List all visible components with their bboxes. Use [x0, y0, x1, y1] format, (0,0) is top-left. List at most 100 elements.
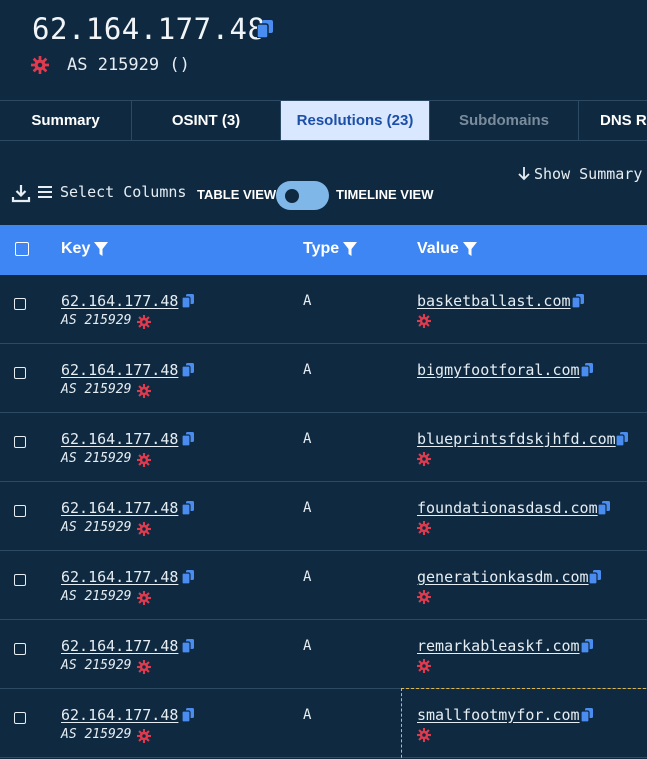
- row-key-ip-link[interactable]: 62.164.177.48: [61, 706, 178, 724]
- arrow-down-icon: [518, 167, 530, 181]
- row-key-asn[interactable]: AS 215929: [61, 727, 131, 742]
- row-type: A: [303, 293, 312, 309]
- malicious-gear-icon: [137, 452, 151, 467]
- timeline-view-label[interactable]: TIMELINE VIEW: [336, 187, 434, 202]
- row-key-asn[interactable]: AS 215929: [61, 589, 131, 604]
- toggle-knob: [285, 189, 299, 203]
- row-key-asn[interactable]: AS 215929: [61, 451, 131, 466]
- row-value-domain-link[interactable]: foundationasdasd.com: [417, 499, 598, 517]
- row-type: A: [303, 638, 312, 654]
- copy-icon[interactable]: [588, 569, 601, 585]
- malicious-gear-icon: [417, 451, 431, 466]
- copy-icon[interactable]: [181, 362, 194, 378]
- row-type: A: [303, 500, 312, 516]
- row-value-domain-link[interactable]: remarkableaskf.com: [417, 637, 580, 655]
- row-checkbox[interactable]: [14, 643, 26, 655]
- table-view-label[interactable]: TABLE VIEW: [197, 187, 276, 202]
- malicious-gear-icon: [137, 521, 151, 536]
- row-checkbox[interactable]: [14, 436, 26, 448]
- malicious-gear-icon: [137, 728, 151, 743]
- download-icon[interactable]: [11, 184, 31, 204]
- row-type: A: [303, 707, 312, 723]
- copy-icon[interactable]: [571, 293, 584, 309]
- copy-icon[interactable]: [580, 638, 593, 654]
- row-key-ip-link[interactable]: 62.164.177.48: [61, 637, 178, 655]
- row-type: A: [303, 569, 312, 585]
- row-type: A: [303, 431, 312, 447]
- show-summary-button[interactable]: Show Summary: [518, 165, 642, 183]
- malicious-gear-icon: [137, 659, 151, 674]
- malicious-gear-icon: [31, 56, 49, 74]
- row-value-domain-link[interactable]: basketballast.com: [417, 292, 571, 310]
- row-value-domain-link[interactable]: blueprintsfdskjhfd.com: [417, 430, 616, 448]
- row-key-ip-link[interactable]: 62.164.177.48: [61, 568, 178, 586]
- row-checkbox[interactable]: [14, 298, 26, 310]
- column-header-key[interactable]: Key: [61, 240, 109, 258]
- copy-icon[interactable]: [181, 500, 194, 516]
- copy-icon[interactable]: [597, 500, 610, 516]
- tab-subdomains[interactable]: Subdomains: [430, 101, 579, 140]
- table-row[interactable]: 62.164.177.48 AS 215929 Abasketballast.com: [0, 275, 647, 344]
- tab-osint[interactable]: OSINT (3): [132, 101, 281, 140]
- malicious-gear-icon: [137, 314, 151, 329]
- row-type: A: [303, 362, 312, 378]
- row-key-asn[interactable]: AS 215929: [61, 382, 131, 397]
- select-columns-button[interactable]: Select Columns: [60, 183, 186, 201]
- column-header-value[interactable]: Value: [417, 240, 477, 258]
- copy-icon[interactable]: [580, 362, 593, 378]
- filter-icon[interactable]: [343, 242, 358, 256]
- malicious-gear-icon: [417, 313, 431, 328]
- table-row[interactable]: 62.164.177.48 AS 215929 Aremarkableaskf.co…: [0, 620, 647, 689]
- row-key-ip-link[interactable]: 62.164.177.48: [61, 292, 178, 310]
- tab-resolutions[interactable]: Resolutions (23): [281, 101, 430, 140]
- row-key-asn[interactable]: AS 215929: [61, 658, 131, 673]
- table-row[interactable]: 62.164.177.48 AS 215929 Abigmyfootforal.co…: [0, 344, 647, 413]
- row-checkbox[interactable]: [14, 712, 26, 724]
- row-checkbox[interactable]: [14, 574, 26, 586]
- copy-icon[interactable]: [181, 293, 194, 309]
- filter-icon[interactable]: [94, 242, 109, 256]
- cell-focus-outline: [401, 688, 647, 759]
- copy-icon[interactable]: [181, 707, 194, 723]
- asn-label[interactable]: AS 215929 (): [67, 55, 190, 75]
- row-key-ip-link[interactable]: 62.164.177.48: [61, 499, 178, 517]
- table-row[interactable]: 62.164.177.48 AS 215929 Ablueprintsfdskjhf…: [0, 413, 647, 482]
- tab-summary[interactable]: Summary: [0, 101, 132, 140]
- malicious-gear-icon: [137, 590, 151, 605]
- copy-icon[interactable]: [181, 569, 194, 585]
- tab-bar: Summary OSINT (3) Resolutions (23) Subdo…: [0, 100, 647, 141]
- copy-icon[interactable]: [181, 431, 194, 447]
- column-value-label: Value: [417, 240, 459, 257]
- toolbar: Select Columns TABLE VIEW TIMELINE VIEW …: [0, 141, 647, 225]
- malicious-gear-icon: [417, 520, 431, 535]
- column-type-label: Type: [303, 240, 340, 257]
- table-header: Key Type Value: [0, 225, 647, 275]
- row-key-ip-link[interactable]: 62.164.177.48: [61, 430, 178, 448]
- malicious-gear-icon: [417, 658, 431, 673]
- column-header-type[interactable]: Type: [303, 240, 358, 258]
- row-key-asn[interactable]: AS 215929: [61, 313, 131, 328]
- table-row[interactable]: 62.164.177.48 AS 215929 Afoundationasdasd.…: [0, 482, 647, 551]
- asn-row: AS 215929 (): [31, 55, 190, 75]
- copy-icon[interactable]: [257, 20, 273, 38]
- page-title-ip: 62.164.177.48: [32, 12, 266, 46]
- row-checkbox[interactable]: [14, 367, 26, 379]
- copy-icon[interactable]: [181, 638, 194, 654]
- show-summary-label: Show Summary: [534, 165, 643, 183]
- table-row[interactable]: 62.164.177.48 AS 215929 Agenerationkasdm.c…: [0, 551, 647, 620]
- row-checkbox[interactable]: [14, 505, 26, 517]
- column-key-label: Key: [61, 240, 91, 257]
- row-key-asn[interactable]: AS 215929: [61, 520, 131, 535]
- row-value-domain-link[interactable]: generationkasdm.com: [417, 568, 589, 586]
- row-key-ip-link[interactable]: 62.164.177.48: [61, 361, 178, 379]
- view-toggle[interactable]: [276, 181, 329, 210]
- page-header: 62.164.177.48 AS 215929 (): [0, 0, 647, 100]
- copy-icon[interactable]: [615, 431, 628, 447]
- malicious-gear-icon: [417, 589, 431, 604]
- select-all-checkbox[interactable]: [15, 242, 29, 256]
- malicious-gear-icon: [137, 383, 151, 398]
- filter-icon[interactable]: [462, 242, 477, 256]
- tab-dns-records[interactable]: DNS Re: [579, 101, 647, 140]
- list-icon[interactable]: [38, 185, 52, 199]
- row-value-domain-link[interactable]: bigmyfootforal.com: [417, 361, 580, 379]
